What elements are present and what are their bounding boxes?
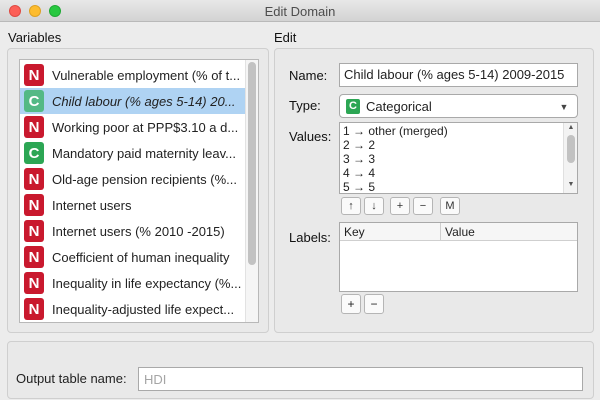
value-row[interactable]: 3 → 3 xyxy=(343,152,375,167)
type-select[interactable]: C Categorical ▼ xyxy=(339,94,578,118)
window-title: Edit Domain xyxy=(264,4,336,19)
name-value: Child labour (% ages 5-14) 2009-2015 xyxy=(344,67,565,82)
variable-item[interactable]: C Mandatory paid maternity leav... xyxy=(20,140,246,166)
categorical-variable-icon: C xyxy=(24,142,44,164)
move-up-button[interactable]: ↑ xyxy=(341,197,361,215)
variable-item[interactable]: N Inequality-adjusted life expect... xyxy=(20,296,246,322)
categorical-type-icon: C xyxy=(346,98,360,114)
variables-list[interactable]: N Vulnerable employment (% of t... C Chi… xyxy=(19,59,259,323)
variable-item[interactable]: N Coefficient of human inequality xyxy=(20,244,246,270)
variable-label: Internet users xyxy=(52,197,132,213)
values-list[interactable]: 1 → other (merged) 2 → 2 3 → 3 4 → 4 5 →… xyxy=(339,122,578,194)
type-label: Type: xyxy=(289,98,321,113)
column-divider xyxy=(440,223,441,241)
variable-item[interactable]: N Old-age pension recipients (%... xyxy=(20,166,246,192)
output-table-name-input[interactable] xyxy=(138,367,583,391)
scroll-up-arrow-icon[interactable]: ▲ xyxy=(566,124,576,131)
variable-label: Coefficient of human inequality xyxy=(52,249,230,265)
categorical-variable-icon: C xyxy=(24,90,44,112)
variables-scrollbar[interactable] xyxy=(245,60,258,322)
value-column-header[interactable]: Value xyxy=(445,225,475,239)
title-bar: Edit Domain xyxy=(0,0,600,22)
variable-label: Inequality in life expectancy (%... xyxy=(52,275,242,291)
variable-label: Child labour (% ages 5-14) 20... xyxy=(52,93,236,109)
variable-label: Old-age pension recipients (%... xyxy=(52,171,237,187)
variable-label: Internet users (% 2010 -2015) xyxy=(52,223,225,239)
numeric-variable-icon: N xyxy=(24,220,44,242)
output-table-name-label: Output table name: xyxy=(16,371,127,386)
type-value: Categorical xyxy=(366,98,432,114)
variable-item[interactable]: N Working poor at PPP$3.10 a d... xyxy=(20,114,246,140)
values-scrollbar-thumb[interactable] xyxy=(567,135,575,163)
numeric-variable-icon: N xyxy=(24,194,44,216)
scroll-down-arrow-icon[interactable]: ▼ xyxy=(566,181,576,188)
values-scrollbar[interactable]: ▲ ▼ xyxy=(563,123,577,193)
variable-item[interactable]: N Internet users (% 2010 -2015) xyxy=(20,218,246,244)
value-row[interactable]: 5 → 5 xyxy=(343,180,375,193)
merge-values-button[interactable]: M xyxy=(440,197,460,215)
value-row[interactable]: 4 → 4 xyxy=(343,166,375,181)
variable-item-selected[interactable]: C Child labour (% ages 5-14) 20... xyxy=(20,88,246,114)
labels-table[interactable]: Key Value xyxy=(339,222,578,292)
add-value-button[interactable]: + xyxy=(390,197,410,215)
variable-label: Working poor at PPP$3.10 a d... xyxy=(52,119,239,135)
numeric-variable-icon: N xyxy=(24,272,44,294)
numeric-variable-icon: N xyxy=(24,168,44,190)
variable-item[interactable]: N Vulnerable employment (% of t... xyxy=(20,62,246,88)
numeric-variable-icon: N xyxy=(24,246,44,268)
variables-panel: N Vulnerable employment (% of t... C Chi… xyxy=(7,48,269,333)
chevron-down-icon: ▼ xyxy=(559,102,569,112)
labels-table-header: Key Value xyxy=(340,223,577,241)
edit-section-label: Edit xyxy=(274,30,297,45)
variable-label: Vulnerable employment (% of t... xyxy=(52,67,241,83)
numeric-variable-icon: N xyxy=(24,64,44,86)
variable-item[interactable]: N Internet users xyxy=(20,192,246,218)
values-label: Values: xyxy=(289,129,332,144)
remove-label-button[interactable]: − xyxy=(364,294,384,314)
add-label-button[interactable]: + xyxy=(341,294,361,314)
variables-scrollbar-thumb[interactable] xyxy=(248,62,256,265)
variable-label: Inequality-adjusted life expect... xyxy=(52,301,235,317)
move-down-button[interactable]: ↓ xyxy=(364,197,384,215)
variables-section-label: Variables xyxy=(8,30,62,45)
numeric-variable-icon: N xyxy=(24,116,44,138)
variable-label: Mandatory paid maternity leav... xyxy=(52,145,237,161)
value-row[interactable]: 1 → other (merged) xyxy=(343,124,448,139)
remove-value-button[interactable]: − xyxy=(413,197,433,215)
numeric-variable-icon: N xyxy=(24,298,44,320)
name-label: Name: xyxy=(289,68,328,83)
name-input[interactable]: Child labour (% ages 5-14) 2009-2015 xyxy=(339,63,578,87)
key-column-header[interactable]: Key xyxy=(344,225,365,239)
value-row[interactable]: 2 → 2 xyxy=(343,138,375,153)
labels-label: Labels: xyxy=(289,230,331,245)
variable-item[interactable]: N Inequality in life expectancy (%... xyxy=(20,270,246,296)
